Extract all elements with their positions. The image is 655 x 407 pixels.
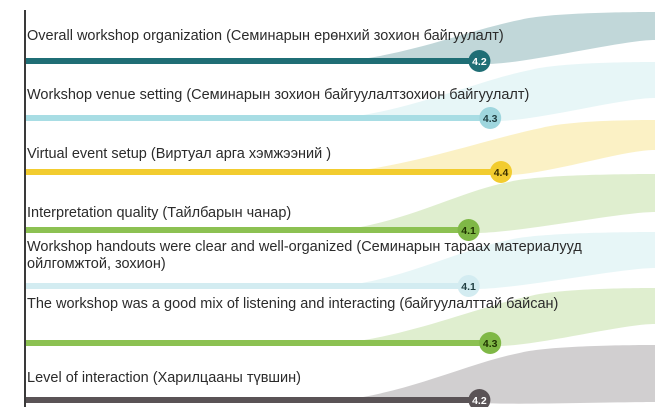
value-label-4: 4.1 — [461, 281, 476, 293]
bar-1 — [26, 115, 491, 121]
bar-2 — [26, 169, 501, 175]
category-label-2: Virtual event setup (Виртуал арга хэмжээ… — [27, 146, 332, 162]
bar-0 — [26, 58, 480, 64]
bar-4 — [26, 283, 469, 289]
satisfaction-bar-chart: 4.2 4.3 4.4 4.1 4.1 4.3 4.2 Overall workshop o… — [0, 0, 655, 407]
value-label-1: 4.3 — [483, 113, 498, 125]
value-label-0: 4.2 — [472, 56, 487, 68]
category-label-6: Level of interaction (Харилцааны түвшин) — [27, 370, 301, 386]
category-label-1: Workshop venue setting (Семинарын зохион… — [27, 87, 530, 103]
bar-5 — [26, 340, 491, 346]
value-label-6: 4.2 — [472, 395, 487, 407]
value-label-5: 4.3 — [483, 338, 498, 350]
bar-6 — [26, 397, 480, 403]
value-label-2: 4.4 — [494, 167, 509, 179]
category-label-5: The workshop was a good mix of listening… — [27, 296, 559, 312]
category-label-4: Workshop handouts were clear and well-or… — [27, 239, 582, 272]
category-label-0: Overall workshop organization (Семинарын… — [27, 28, 504, 44]
category-label-3: Interpretation quality (Тайлбарын чанар) — [27, 205, 292, 221]
chart-canvas: 4.2 4.3 4.4 4.1 4.1 4.3 4.2 — [24, 10, 655, 407]
bar-3 — [26, 227, 469, 233]
value-label-3: 4.1 — [461, 225, 476, 237]
